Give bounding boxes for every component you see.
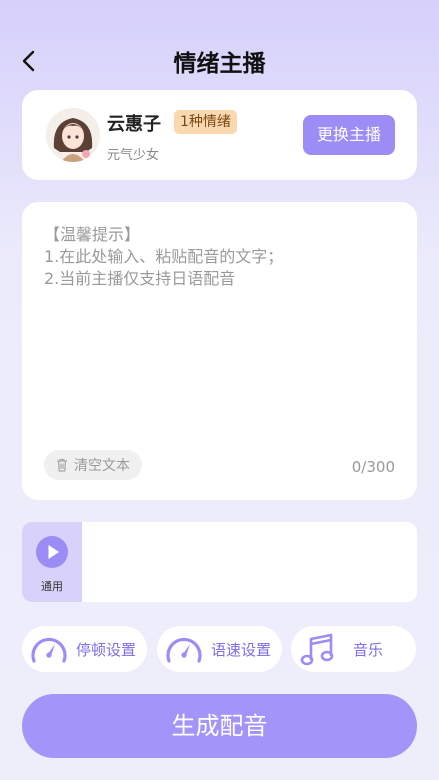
pause-settings-button[interactable]: 停顿设置 xyxy=(22,626,147,672)
voice-style-list: 通用 xyxy=(22,522,417,602)
dubbing-text-input[interactable] xyxy=(44,224,395,424)
text-editor-card: 清空文本 0/300 xyxy=(22,202,417,500)
anchor-card: 云惠子 1种情绪 元气少女 更换主播 xyxy=(22,90,417,180)
change-anchor-button[interactable]: 更换主播 xyxy=(303,115,395,155)
gauge-icon xyxy=(31,637,67,663)
header: 情绪主播 xyxy=(0,40,439,80)
speed-settings-label: 语速设置 xyxy=(211,641,272,659)
music-settings-label: 音乐 xyxy=(353,641,384,659)
pause-settings-label: 停顿设置 xyxy=(76,641,137,659)
trash-icon xyxy=(57,458,67,472)
music-settings-button[interactable]: 音乐 xyxy=(291,626,416,672)
avatar[interactable] xyxy=(46,108,100,162)
anchor-subtitle: 元气少女 xyxy=(107,148,160,163)
clear-text-button[interactable]: 清空文本 xyxy=(44,450,142,480)
anchor-name: 云惠子 xyxy=(107,114,161,135)
voice-style-item[interactable]: 通用 xyxy=(22,522,82,602)
voice-style-label: 通用 xyxy=(41,580,63,593)
speed-settings-button[interactable]: 语速设置 xyxy=(157,626,282,672)
play-button[interactable] xyxy=(36,536,68,568)
speedometer-icon xyxy=(166,637,202,663)
generate-dubbing-button[interactable]: 生成配音 xyxy=(22,694,417,758)
emotion-badge: 1种情绪 xyxy=(174,110,237,134)
page-title: 情绪主播 xyxy=(173,51,266,77)
char-counter: 0/300 xyxy=(351,458,395,476)
play-icon xyxy=(48,545,59,559)
clear-text-label: 清空文本 xyxy=(74,458,130,474)
music-note-icon xyxy=(300,633,334,666)
